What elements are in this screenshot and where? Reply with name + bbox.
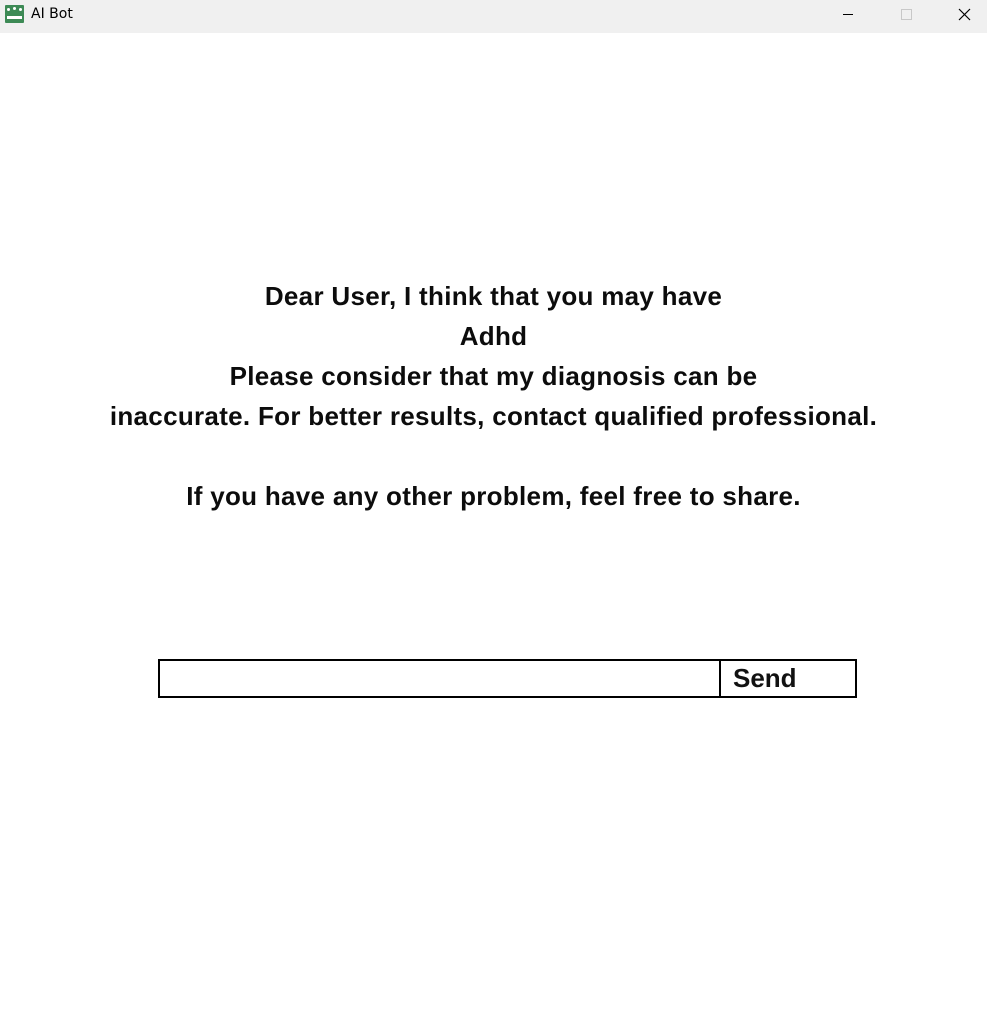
bot-followup-prompt: If you have any other problem, feel free… (186, 481, 801, 511)
maximize-button[interactable] (883, 0, 929, 30)
minimize-icon (843, 14, 853, 15)
app-window: AI Bot Dear User, I think that you may h… (0, 0, 987, 1011)
bot-response-line: Please consider that my diagnosis can be (229, 361, 758, 391)
minimize-button[interactable] (825, 0, 871, 30)
close-button[interactable] (941, 0, 987, 30)
send-button[interactable]: Send (719, 659, 857, 698)
bot-response-line: inaccurate. For better results, contact … (109, 401, 878, 431)
window-title: AI Bot (31, 6, 73, 22)
bot-response-line: Dear User, I think that you may have (264, 281, 723, 311)
chatbot-app-icon (5, 5, 24, 23)
diagnosis-result: Adhd (459, 321, 528, 351)
maximize-icon (901, 9, 912, 20)
close-icon (958, 8, 971, 21)
message-input[interactable] (158, 659, 733, 698)
title-bar[interactable]: AI Bot (0, 0, 987, 33)
